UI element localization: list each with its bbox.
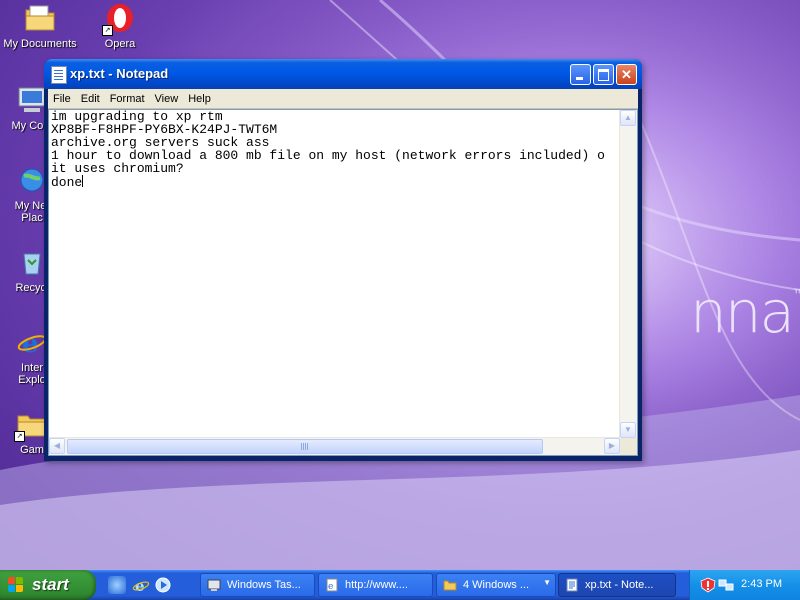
title-bar[interactable]: xp.txt - Notepad ✕ [44, 59, 642, 89]
taskbar-button-explorer-group[interactable]: 4 Windows ... ▼ [436, 573, 556, 597]
maximize-button[interactable] [593, 64, 614, 85]
system-tray: 2:43 PM [689, 570, 800, 600]
shortcut-arrow-icon: ↗ [14, 431, 25, 442]
text-line: done [51, 175, 83, 190]
ie-page-icon: e [325, 578, 339, 592]
minimize-button[interactable] [570, 64, 591, 85]
minimize-icon [571, 65, 590, 84]
svg-text:e: e [328, 582, 333, 592]
text-editor-area[interactable]: im upgrading to xp rtm XP8BF-F8HPF-PY6BX-… [48, 109, 638, 456]
task-manager-icon [207, 578, 221, 592]
menu-bar: File Edit Format View Help [48, 89, 638, 109]
size-grip[interactable] [620, 438, 637, 455]
desktop-icon-my-documents[interactable]: My Documents [0, 2, 80, 50]
taskbar-button-browser[interactable]: e http://www.... [318, 573, 433, 597]
notepad-icon [565, 578, 579, 592]
window-title: xp.txt - Notepad [70, 66, 169, 81]
quicklaunch-internet-explorer-icon[interactable]: e [132, 576, 150, 595]
network-tray-icon[interactable] [718, 578, 734, 597]
task-label: http://www.... [345, 579, 408, 591]
taskbar-button-notepad[interactable]: xp.txt - Note... [558, 573, 676, 597]
scroll-up-button[interactable]: ▲ [620, 110, 636, 126]
quicklaunch-show-desktop-icon[interactable] [108, 576, 126, 594]
maximize-icon [594, 65, 613, 84]
task-label: 4 Windows ... [463, 579, 530, 591]
chevron-down-icon: ▼ [543, 578, 551, 587]
text-line: it uses chromium? [51, 161, 184, 176]
horizontal-scrollbar[interactable]: ◀ ▶ [49, 437, 620, 455]
windows-flag-icon [8, 577, 24, 593]
text-caret [82, 175, 84, 187]
text-line-last: done [51, 175, 621, 189]
horizontal-scroll-thumb[interactable] [67, 439, 543, 454]
svg-text:e: e [22, 329, 39, 358]
menu-file[interactable]: File [48, 90, 76, 107]
opera-icon: ↗ [102, 2, 136, 36]
close-button[interactable]: ✕ [616, 64, 637, 85]
scroll-right-button[interactable]: ▶ [604, 438, 620, 454]
task-label: xp.txt - Note... [585, 579, 654, 591]
wallpaper-brand-text: nna™ [690, 278, 800, 346]
vertical-scrollbar[interactable]: ▲ ▼ [619, 110, 637, 438]
security-alert-icon[interactable] [700, 577, 716, 598]
clock[interactable]: 2:43 PM [741, 578, 782, 590]
start-button[interactable]: start [0, 570, 96, 600]
desktop-icon-label: Opera [104, 38, 136, 50]
taskbar: start e Windows Tas... e http://www.... … [0, 570, 800, 600]
shortcut-arrow-icon: ↗ [102, 25, 113, 36]
taskbar-button-task-manager[interactable]: Windows Tas... [200, 573, 315, 597]
scroll-left-button[interactable]: ◀ [49, 438, 65, 454]
menu-view[interactable]: View [150, 90, 184, 107]
start-label: start [32, 575, 69, 594]
notepad-window[interactable]: xp.txt - Notepad ✕ File Edit Format View Hel… [44, 59, 642, 461]
folder-icon [443, 578, 457, 592]
task-label: Windows Tas... [227, 579, 301, 591]
desktop-icon-opera[interactable]: ↗ Opera [80, 2, 160, 50]
menu-edit[interactable]: Edit [76, 90, 105, 107]
document-text[interactable]: im upgrading to xp rtm XP8BF-F8HPF-PY6BX-… [51, 110, 621, 438]
menu-format[interactable]: Format [105, 90, 150, 107]
close-icon: ✕ [621, 67, 632, 82]
desktop-icon-label: My Documents [3, 38, 77, 50]
menu-help[interactable]: Help [183, 90, 216, 107]
quicklaunch-media-player-icon[interactable] [154, 576, 172, 594]
notepad-icon [51, 66, 67, 84]
scroll-down-button[interactable]: ▼ [620, 422, 636, 438]
folder-documents-icon [24, 2, 56, 34]
grip-icon [301, 443, 309, 450]
